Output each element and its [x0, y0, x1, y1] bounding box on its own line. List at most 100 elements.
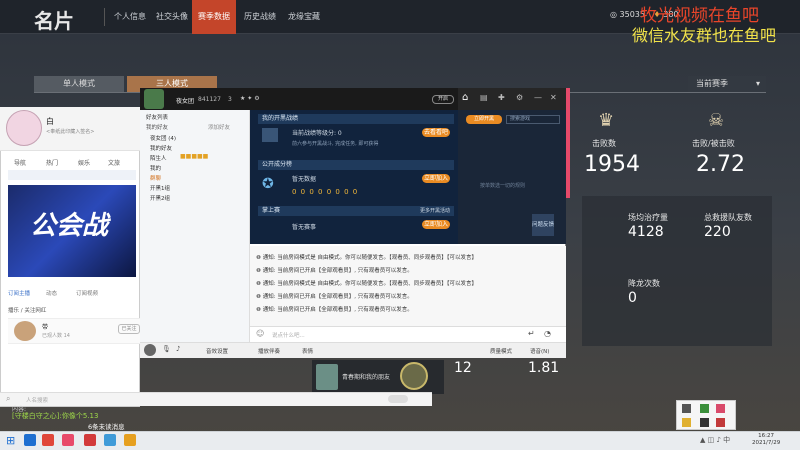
room-open-button[interactable]: 开启 — [432, 95, 454, 104]
game-search-input[interactable]: 搜索游戏 — [506, 115, 560, 124]
tray-app-icon[interactable] — [700, 418, 709, 427]
side-tab-add[interactable]: 添加好友 — [208, 123, 230, 131]
friend-list-header: 好友列表 — [146, 115, 169, 121]
feedback-button[interactable]: 问题反馈 — [532, 214, 554, 236]
friend-group[interactable]: 开黑2组 — [150, 194, 170, 202]
tray-app-icon[interactable] — [682, 404, 691, 413]
record-action-button[interactable]: 去看看吧 — [422, 128, 450, 137]
profile-tab-travel[interactable]: 文旅 — [108, 158, 120, 167]
kills-value: 1954 — [584, 152, 640, 177]
message-text: 通知: 当前房间已开启【全部观看员】, 只有观看员可以发言。 — [262, 294, 413, 300]
speaker-icon[interactable]: ♪ — [176, 345, 180, 353]
tab-history[interactable]: 历史战绩 — [238, 0, 282, 34]
more-activities-link[interactable]: 更多开黑活动 — [420, 207, 450, 214]
friend-group[interactable]: 开黑1组 — [150, 184, 170, 192]
taskbar-app-icon[interactable] — [84, 434, 96, 446]
follow-viewers: 已观人数 14 — [42, 333, 70, 339]
sound-settings-button[interactable]: 音效设置 — [206, 347, 228, 355]
page-title: 名片 — [34, 9, 74, 33]
kd-value: 2.72 — [696, 152, 745, 177]
taskbar-app-icon[interactable] — [24, 434, 36, 446]
minimize-icon[interactable]: — — [534, 93, 542, 102]
friend-group[interactable]: 我的好友 — [150, 144, 172, 152]
tab-avatar[interactable]: 社交头像 — [150, 0, 194, 34]
quick-team-button[interactable]: 立即开黑 — [466, 115, 502, 124]
tab-single-mode[interactable]: 单人模式 — [34, 76, 124, 92]
room-level: 841127 — [198, 96, 221, 103]
tab-profile[interactable]: 个人信息 — [108, 0, 152, 34]
quality-mode-button[interactable]: 质量模式 — [490, 347, 512, 355]
banner-title: 公会战 — [30, 211, 109, 241]
bottom-stat-left: 12 — [454, 360, 472, 376]
scroll-indicator[interactable] — [566, 88, 570, 198]
taskbar-app-icon[interactable] — [104, 434, 116, 446]
skull-icon: ☠ — [708, 110, 725, 131]
tray-app-icon[interactable] — [716, 404, 725, 413]
tray-app-icon[interactable] — [682, 418, 691, 427]
section-tab-subscribed[interactable]: 订阅主播 — [8, 289, 30, 297]
system-clock[interactable]: 16:27 2021/7/29 — [752, 433, 780, 447]
message-text: 通知: 当前房间模式是 自由模式。你可以随便发言。【观看员、同步观看员】【可以发… — [262, 255, 478, 261]
friend-group[interactable]: 我的 — [150, 164, 161, 172]
profile-tab-hot[interactable]: 热门 — [46, 158, 58, 167]
settings-icon[interactable]: ⚙ — [516, 93, 523, 102]
chevron-down-icon: ▾ — [755, 79, 760, 88]
section-tab-videos[interactable]: 订阅视频 — [76, 289, 98, 297]
leaderboard-join-button[interactable]: 立即加入 — [422, 174, 450, 183]
revive-label: 总救援队友数 — [704, 213, 752, 222]
clock-date: 2021/7/29 — [752, 440, 781, 446]
season-select[interactable]: 当前赛季 ▾ — [688, 76, 766, 92]
taskbar-app-icon[interactable] — [62, 434, 74, 446]
send-icon[interactable]: ↵ — [528, 329, 535, 338]
info-icon: ❶ — [256, 268, 263, 274]
taskbar-app-icon[interactable] — [42, 434, 54, 446]
search-input[interactable]: 人名搜索 — [26, 396, 48, 404]
friend-group[interactable]: 群聊 — [150, 174, 161, 182]
user-avatar-small — [144, 344, 156, 356]
play-accompaniment-button[interactable]: 播放伴奏 — [258, 347, 280, 355]
follow-button[interactable]: 已关注 — [118, 324, 140, 334]
chat-input[interactable]: 说点什么吧... — [272, 331, 305, 339]
home-icon[interactable]: ⌂ — [462, 92, 468, 103]
fall-label: 降龙次数 — [628, 279, 660, 288]
close-icon[interactable]: ✕ — [550, 93, 557, 102]
emoji-button[interactable]: 表情 — [302, 347, 313, 355]
revive-value: 220 — [704, 224, 731, 240]
bottom-stat-right: 1.81 — [528, 360, 560, 376]
friend-group[interactable]: 陌生人 — [150, 154, 167, 162]
section-tab-dynamic[interactable]: 动态 — [46, 289, 57, 297]
taskbar-app-icon[interactable] — [124, 434, 136, 446]
tournament-join-button[interactable]: 立即加入 — [422, 220, 450, 229]
unread-messages[interactable]: 6条未读消息 — [88, 421, 125, 431]
emoji-icon[interactable]: ☺ — [256, 329, 264, 338]
friend-group[interactable]: 夜女团 (4) — [150, 134, 176, 142]
season-select-value: 当前赛季 — [696, 79, 728, 88]
badge-icons: ■■■■■ — [180, 153, 209, 160]
gamepad-icon[interactable]: ✚ — [498, 93, 505, 102]
chat-icon[interactable]: ▤ — [480, 93, 488, 102]
tournament-line: 暂无赛事 — [292, 224, 317, 231]
system-message: ❶ 通知: 当前房间模式是 自由模式。你可以随便发言。【观看员、同步观看员】【可… — [256, 279, 477, 287]
mic-icon[interactable]: 🎙 — [162, 345, 171, 353]
profile-tab-fun[interactable]: 娱乐 — [78, 158, 90, 167]
voice-mode-button[interactable]: 语音(N) — [530, 347, 549, 355]
side-tab-friends[interactable]: 我的好友 — [146, 123, 168, 131]
kills-label: 击败数 — [592, 139, 616, 148]
message-text: 通知: 当前房间已开启【全部观看员】, 只有观看员可以发言。 — [262, 307, 413, 313]
follow-avatar — [14, 321, 36, 341]
tray-icons[interactable]: ▲ ◫ ♪ 中 — [700, 435, 730, 445]
info-icon: ❶ — [256, 307, 263, 313]
tab-season-stats[interactable]: 赛季数据 — [192, 0, 236, 34]
more-icon[interactable]: ◔ — [544, 329, 551, 338]
tray-app-icon[interactable] — [716, 418, 725, 427]
toggle-switch[interactable] — [388, 395, 408, 403]
profile-tab-nav[interactable]: 导航 — [14, 158, 26, 167]
info-icon: ❶ — [256, 255, 263, 261]
section-leaderboard: 公开成分榜 — [258, 160, 454, 170]
tray-app-icon[interactable] — [700, 404, 709, 413]
tab-treasure[interactable]: 龙缘宝藏 — [282, 0, 326, 34]
windows-start-icon[interactable]: ⊞ — [6, 434, 15, 447]
section-my-record: 我的开黑战绩 — [258, 114, 454, 124]
profile-search-bar — [0, 392, 432, 406]
crown-icon: ♛ — [598, 110, 615, 131]
